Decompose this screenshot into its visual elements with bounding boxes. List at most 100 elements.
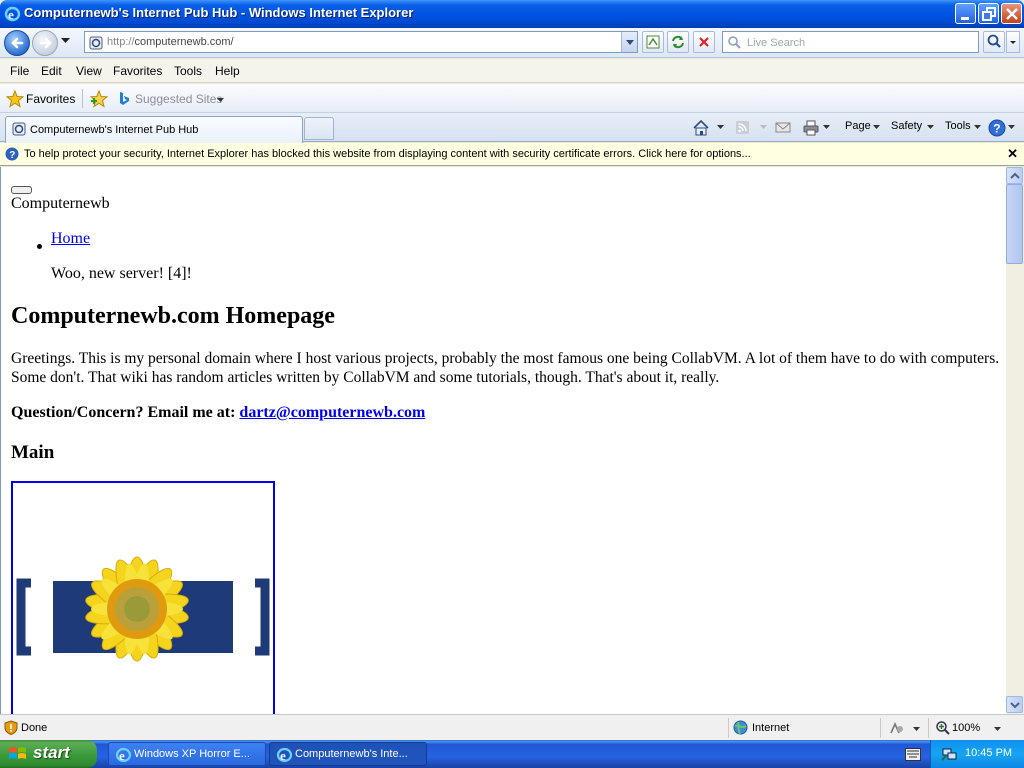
zone-label: Internet <box>752 722 790 734</box>
forward-arrow-icon <box>39 37 52 49</box>
page-menu-button[interactable]: Page <box>845 120 871 132</box>
announcement-text: Woo, new server! [4]! <box>51 265 192 282</box>
feeds-dropdown-icon[interactable] <box>760 125 767 129</box>
nav-home-link[interactable]: Home <box>51 230 90 248</box>
help-button[interactable]: ? <box>988 119 1006 137</box>
site-name: Computernewb <box>11 195 110 212</box>
intro-line-2: Some don't. That wiki has random article… <box>11 369 720 386</box>
help-dropdown-icon[interactable] <box>1008 125 1015 129</box>
scroll-thumb[interactable] <box>1006 184 1023 264</box>
menu-file[interactable]: File <box>10 64 29 78</box>
taskbar-item-horror[interactable]: e Windows XP Horror E... <box>108 742 266 766</box>
help-icon: ? <box>988 119 1006 137</box>
search-button[interactable] <box>983 31 1005 53</box>
home-dropdown-icon[interactable] <box>717 125 724 129</box>
recent-pages-dropdown-icon[interactable] <box>61 38 70 44</box>
chevron-down-icon <box>994 727 1001 731</box>
scroll-up-button[interactable] <box>1006 167 1023 184</box>
close-icon <box>1006 8 1018 20</box>
site-logo-link[interactable] <box>11 481 275 714</box>
close-button[interactable] <box>1001 3 1022 24</box>
compatibility-view-button[interactable] <box>642 31 664 53</box>
chevron-down-icon <box>913 727 920 731</box>
network-icon[interactable] <box>941 746 957 762</box>
sunflower-logo-image <box>16 556 270 662</box>
chevron-down-icon <box>873 125 880 129</box>
title-bar[interactable]: e Computernewb's Internet Pub Hub - Wind… <box>0 0 1024 28</box>
zone-panel[interactable]: Internet <box>728 718 878 738</box>
keyboard-icon[interactable] <box>905 748 921 761</box>
feeds-button[interactable] <box>735 119 751 137</box>
chevron-down-icon <box>974 125 981 129</box>
page-title: Computernewb.com Homepage <box>11 303 335 329</box>
new-tab-button[interactable] <box>304 117 334 140</box>
zoom-level: 100% <box>952 722 981 734</box>
stop-button[interactable] <box>693 31 715 53</box>
clock[interactable]: 10:45 PM <box>965 747 1012 759</box>
print-button[interactable] <box>802 119 820 137</box>
svg-text:e: e <box>8 7 14 22</box>
back-arrow-icon <box>11 37 24 49</box>
menu-toggle-button[interactable] <box>11 186 32 194</box>
restore-button[interactable] <box>978 3 999 24</box>
rss-feed-icon <box>736 121 749 134</box>
favorites-label: Favorites <box>26 92 76 106</box>
page-content: Computernewb Home Woo, new server! [4]! … <box>0 167 1006 714</box>
svg-text:?: ? <box>993 122 1000 136</box>
protected-mode-icon <box>890 722 903 734</box>
svg-text:?: ? <box>9 150 15 161</box>
address-field[interactable]: http://computernewb.com/ <box>84 31 638 53</box>
add-to-favorites-icon[interactable] <box>90 90 108 108</box>
search-provider-icon <box>728 36 741 49</box>
stop-icon <box>699 37 709 47</box>
start-button[interactable]: start <box>0 740 97 768</box>
address-dropdown-button[interactable] <box>621 32 637 52</box>
ie-logo-icon: e <box>276 747 293 763</box>
refresh-button[interactable] <box>667 31 689 53</box>
search-options-button[interactable] <box>1006 31 1020 53</box>
zoom-button[interactable]: 100% <box>928 718 1018 738</box>
minimize-icon <box>961 17 969 20</box>
chevron-down-icon <box>217 98 224 102</box>
info-bar-close-button[interactable]: ✕ <box>1007 146 1018 162</box>
menu-help[interactable]: Help <box>215 64 240 78</box>
menu-favorites[interactable]: Favorites <box>113 64 162 78</box>
home-button[interactable] <box>692 119 710 137</box>
list-bullet <box>37 244 42 249</box>
tab-computernewb[interactable]: Computernewb's Internet Pub Hub <box>5 116 303 143</box>
page-icon <box>12 122 26 136</box>
security-warning-icon <box>4 720 18 735</box>
start-label: start <box>33 743 70 762</box>
minimize-button[interactable] <box>955 3 976 24</box>
back-button[interactable] <box>4 30 30 56</box>
search-placeholder: Live Search <box>747 37 806 49</box>
safety-menu-button[interactable]: Safety <box>891 120 922 132</box>
contact-email-link[interactable]: dartz@computernewb.com <box>239 404 425 421</box>
tools-menu-button[interactable]: Tools <box>945 120 971 132</box>
read-mail-button[interactable] <box>775 119 791 137</box>
menu-tools[interactable]: Tools <box>174 64 202 78</box>
forward-button[interactable] <box>32 30 58 56</box>
shield-info-icon: ? <box>5 147 19 161</box>
favorites-bar: Favorites Suggested Sites <box>0 84 1024 113</box>
search-field[interactable]: Live Search <box>722 31 979 53</box>
vertical-scrollbar[interactable] <box>1006 167 1024 714</box>
protected-mode-panel[interactable] <box>880 718 926 738</box>
address-toolbar: http://computernewb.com/ Live Search <box>0 28 1024 58</box>
print-dropdown-icon[interactable] <box>823 125 830 129</box>
taskbar-item-computernewb[interactable]: e Computernewb's Inte... <box>269 742 427 766</box>
svg-text:e: e <box>280 748 286 763</box>
favorites-button[interactable]: Favorites <box>4 88 78 110</box>
compatibility-icon <box>646 35 660 49</box>
restore-icon <box>982 7 996 21</box>
scroll-down-button[interactable] <box>1006 696 1023 713</box>
security-info-bar[interactable]: ? To help protect your security, Interne… <box>0 143 1024 166</box>
bing-icon <box>120 92 129 105</box>
status-text: Done <box>21 722 48 734</box>
suggested-sites-button[interactable]: Suggested Sites <box>116 88 228 110</box>
search-icon <box>987 34 1001 48</box>
section-heading-main: Main <box>11 442 55 463</box>
menu-edit[interactable]: Edit <box>41 64 62 78</box>
status-bar: Done Internet 100% <box>0 714 1024 740</box>
menu-view[interactable]: View <box>76 64 102 78</box>
